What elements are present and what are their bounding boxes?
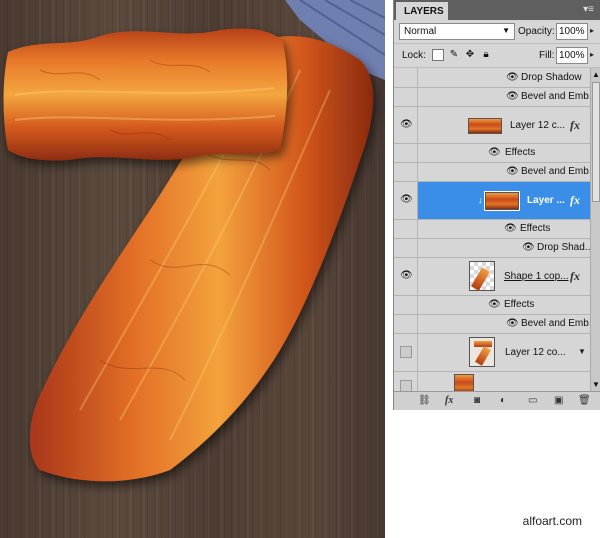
effect-label: Bevel and Emb...	[521, 91, 598, 102]
layer-effect-row[interactable]: 👁︎ Drop Shad...	[394, 239, 594, 258]
effects-label: Effects	[504, 299, 535, 310]
layer-effect-row[interactable]: 👁︎ Bevel and Emb...	[394, 163, 597, 182]
lock-image-pixels-icon[interactable]: ✎	[448, 49, 460, 61]
layer-row[interactable]: Layer 12 co... ▼	[394, 334, 590, 372]
opacity-slider-arrow-icon[interactable]: ▸	[590, 26, 594, 35]
delete-layer-icon[interactable]: 🗑︎	[578, 395, 591, 406]
lock-all-icon[interactable]: 🔒︎	[480, 49, 492, 61]
eye-icon[interactable]: 👁︎	[504, 223, 517, 234]
layer-effect-row[interactable]: 👁︎ Drop Shadow	[394, 68, 590, 88]
layer-row-partial[interactable]	[394, 372, 590, 391]
blend-opacity-row: Normal ▼ Opacity: 100% ▸	[394, 20, 600, 44]
panel-menu-icon[interactable]: ▾≡	[583, 4, 594, 15]
effect-label: Drop Shadow	[521, 72, 582, 83]
eye-icon[interactable]: 👁︎	[488, 299, 501, 310]
eye-icon[interactable]: 👁︎	[506, 166, 519, 177]
fx-icon[interactable]: fx	[570, 193, 580, 208]
layer-thumbnail	[454, 374, 474, 391]
lock-fill-row: Lock: ✎ ✥ 🔒︎ Fill: 100% ▸	[394, 44, 600, 68]
opacity-input[interactable]: 100%	[556, 23, 588, 40]
lock-label: Lock:	[402, 50, 426, 61]
effects-label: Effects	[505, 147, 536, 158]
eye-icon[interactable]: 👁︎	[400, 270, 413, 281]
layer-thumbnail	[484, 191, 520, 211]
layer-name: Layer 12 co...	[505, 347, 566, 358]
panel-empty-area	[393, 410, 600, 538]
fill-slider-arrow-icon[interactable]: ▸	[590, 50, 594, 59]
eye-icon[interactable]: 👁︎	[506, 318, 519, 329]
layer-effects-header[interactable]: 👁︎ Effects	[394, 220, 590, 239]
visibility-column	[394, 296, 418, 314]
visibility-column	[394, 315, 418, 333]
new-group-icon[interactable]: ▭	[528, 395, 537, 406]
scroll-up-icon[interactable]: ▲	[592, 70, 600, 79]
seven-top-stroke	[3, 28, 288, 161]
layer-thumbnail	[469, 337, 495, 367]
layer-list: 👁︎ Drop Shadow 👁︎ Bevel and Emb... 👁︎ La…	[394, 68, 600, 391]
scroll-down-icon[interactable]: ▼	[592, 380, 600, 389]
visibility-column	[394, 163, 418, 181]
visibility-toggle-off[interactable]	[400, 346, 412, 358]
blend-mode-value: Normal	[404, 26, 437, 37]
document-canvas[interactable]	[0, 0, 385, 538]
layer-list-scrollbar[interactable]: ▲ ▼	[590, 68, 600, 391]
eye-icon[interactable]: 👁︎	[488, 147, 501, 158]
eye-icon[interactable]: 👁︎	[400, 119, 413, 130]
blend-mode-select[interactable]: Normal ▼	[399, 23, 515, 40]
fill-label: Fill:	[539, 50, 555, 61]
fill-input[interactable]: 100%	[556, 47, 588, 64]
eye-icon[interactable]: 👁︎	[506, 72, 519, 83]
expand-arrow-icon[interactable]: ▼	[578, 347, 586, 356]
layer-name: Layer 12 c...	[510, 120, 566, 131]
visibility-column	[394, 372, 418, 391]
eye-icon[interactable]: 👁︎	[522, 242, 535, 253]
new-layer-icon[interactable]: ▣	[554, 395, 563, 406]
layer-effect-row[interactable]: 👁︎ Bevel and Emb...	[394, 88, 597, 107]
visibility-column	[394, 68, 418, 87]
fx-icon[interactable]: fx	[570, 118, 580, 133]
fx-icon[interactable]: fx	[570, 269, 580, 284]
effect-label: Drop Shad...	[537, 242, 594, 253]
layer-name: Shape 1 cop...	[504, 271, 569, 282]
add-mask-icon[interactable]: ◙	[474, 395, 480, 406]
visibility-column	[394, 220, 418, 238]
layer-row[interactable]: 👁︎ Shape 1 cop... fx	[394, 258, 590, 296]
lock-transparent-pixels-icon[interactable]	[432, 49, 444, 61]
layers-panel: LAYERS ▾≡ Normal ▼ Opacity: 100% ▸ Lock:…	[393, 0, 600, 410]
tab-layers[interactable]: LAYERS	[396, 2, 448, 20]
lock-position-icon[interactable]: ✥	[464, 49, 476, 61]
visibility-column: 👁︎	[394, 182, 418, 219]
link-layers-icon[interactable]: ⛓	[418, 395, 431, 406]
chevron-down-icon: ▼	[502, 26, 510, 35]
scrollbar-thumb[interactable]	[592, 82, 600, 202]
layer-thumbnail	[469, 261, 495, 291]
layers-bottom-toolbar: ⛓ fx ◙ ◐ ▭ ▣ 🗑︎	[394, 391, 600, 410]
visibility-column: 👁︎	[394, 258, 418, 295]
visibility-column	[394, 88, 418, 106]
visibility-column	[394, 239, 418, 257]
layer-effects-header[interactable]: 👁︎ Effects	[394, 144, 590, 163]
artwork-number-seven	[3, 0, 385, 482]
visibility-column	[394, 144, 418, 162]
eye-icon[interactable]: 👁︎	[400, 194, 413, 205]
effect-label: Bevel and Emb...	[521, 166, 598, 177]
add-style-icon[interactable]: fx	[445, 395, 453, 406]
layer-thumbnail	[468, 118, 502, 134]
panel-tab-bar: LAYERS ▾≡	[394, 0, 600, 20]
layer-effects-header[interactable]: 👁︎ Effects	[394, 296, 590, 315]
layer-row-selected[interactable]: 👁︎ ↓ Layer ... fx	[394, 182, 590, 220]
layer-row[interactable]: 👁︎ Layer 12 c... fx	[394, 107, 590, 144]
visibility-column: 👁︎	[394, 107, 418, 143]
adjustment-layer-icon[interactable]: ◐	[500, 395, 506, 406]
layer-name: Layer ...	[527, 195, 565, 206]
clipping-arrow-icon: ↓	[478, 195, 483, 205]
layer-effect-row[interactable]: 👁︎ Bevel and Emb...	[394, 315, 597, 334]
effect-label: Bevel and Emb...	[521, 318, 598, 329]
visibility-column	[394, 334, 418, 371]
eye-icon[interactable]: 👁︎	[506, 91, 519, 102]
opacity-label: Opacity:	[518, 26, 555, 37]
visibility-toggle-off[interactable]	[400, 380, 412, 391]
effects-label: Effects	[520, 223, 551, 234]
